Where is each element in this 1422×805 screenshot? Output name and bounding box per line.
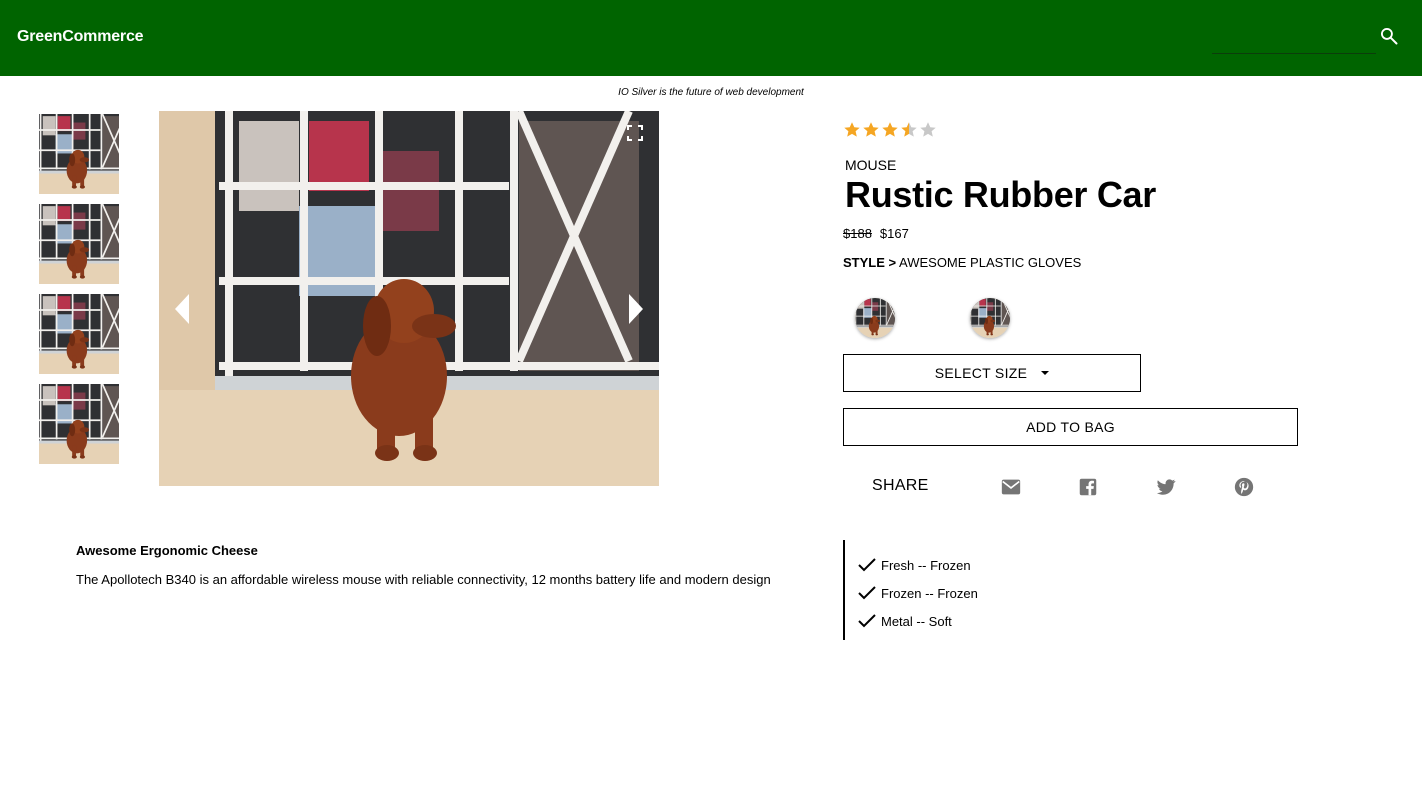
email-icon[interactable] — [1000, 476, 1022, 498]
sale-price: $167 — [879, 226, 909, 241]
style-row: STYLE > AWESOME PLASTIC GLOVES — [843, 255, 1081, 270]
chevron-left-icon[interactable] — [172, 292, 192, 326]
check-icon — [858, 558, 876, 572]
size-select[interactable]: SELECT SIZE — [843, 354, 1141, 392]
thumbnail-1[interactable] — [39, 114, 119, 194]
top-app-bar: GreenCommerce — [0, 0, 1422, 76]
star-icon — [844, 122, 860, 137]
original-price: $188 — [843, 226, 872, 241]
rating-stars — [843, 121, 937, 139]
feature-text: Metal -- Soft — [881, 613, 952, 629]
product-title: Rustic Rubber Car — [845, 174, 1156, 215]
twitter-icon[interactable] — [1155, 476, 1177, 498]
pinterest-icon[interactable] — [1233, 476, 1255, 498]
feature-item: Frozen -- Frozen — [857, 579, 1143, 607]
product-category: MOUSE — [845, 157, 897, 173]
thumbnail-3[interactable] — [39, 294, 119, 374]
caret-down-icon — [1041, 371, 1050, 375]
tagline: IO Silver is the future of web developme… — [618, 87, 804, 98]
main-product-image — [159, 111, 659, 486]
check-icon — [858, 614, 876, 628]
add-to-bag-button[interactable]: ADD TO BAG — [843, 408, 1298, 446]
star-icon — [863, 122, 879, 137]
facebook-icon[interactable] — [1077, 476, 1099, 498]
style-label: STYLE > — [843, 255, 897, 270]
price-row: $188 $167 — [843, 226, 909, 241]
feature-list: Fresh -- Frozen Frozen -- Frozen Metal -… — [843, 540, 1143, 640]
description-title: Awesome Ergonomic Cheese — [76, 543, 258, 558]
fullscreen-icon[interactable] — [626, 124, 644, 142]
star-icon — [920, 122, 936, 137]
description-text: The Apollotech B340 is an affordable wir… — [76, 572, 771, 587]
star-icon — [882, 122, 898, 137]
thumbnail-4[interactable] — [39, 384, 119, 464]
style-swatch-2[interactable] — [970, 298, 1010, 338]
star-icon — [901, 122, 917, 137]
feature-item: Fresh -- Frozen — [857, 551, 1143, 579]
feature-text: Frozen -- Frozen — [881, 585, 978, 601]
feature-text: Fresh -- Frozen — [881, 557, 971, 573]
chevron-right-icon[interactable] — [626, 292, 646, 326]
thumbnail-2[interactable] — [39, 204, 119, 284]
search-box — [1212, 20, 1398, 56]
style-value: AWESOME PLASTIC GLOVES — [899, 255, 1082, 270]
check-icon — [858, 586, 876, 600]
share-label: SHARE — [872, 477, 929, 494]
style-swatch-1[interactable] — [855, 298, 895, 338]
brand-logo[interactable]: GreenCommerce — [17, 28, 144, 46]
size-select-label: SELECT SIZE — [934, 365, 1028, 381]
search-icon[interactable] — [1379, 26, 1399, 46]
search-input[interactable] — [1212, 20, 1376, 54]
feature-item: Metal -- Soft — [857, 607, 1143, 635]
